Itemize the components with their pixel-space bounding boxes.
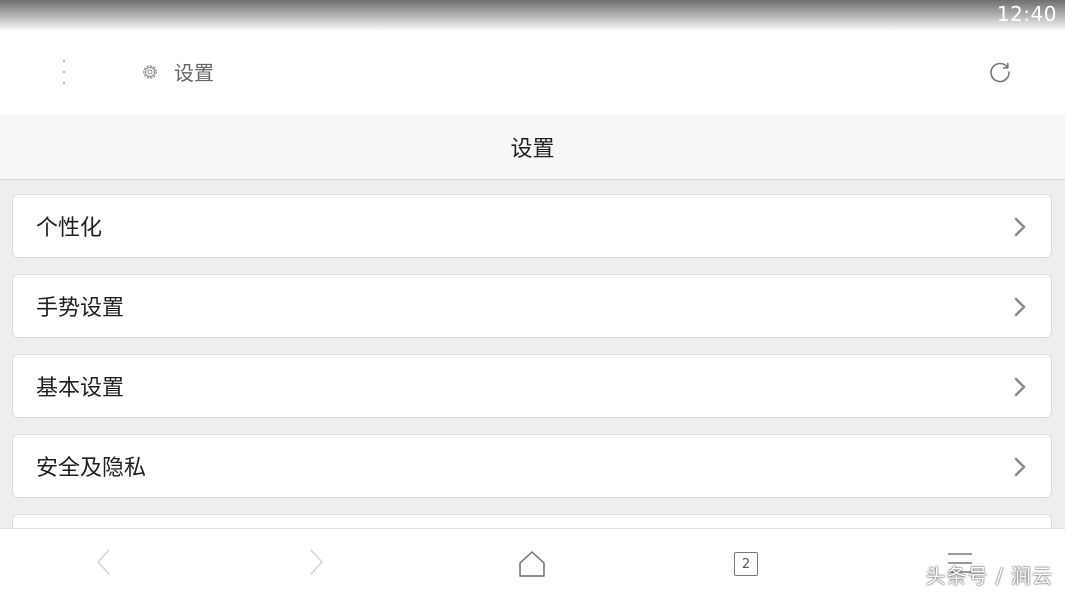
watermark: 头条号 / 涧云 xyxy=(925,564,1053,588)
back-icon[interactable] xyxy=(94,547,114,577)
chevron-right-icon xyxy=(1014,457,1026,477)
current-tab-title[interactable]: 设置 xyxy=(140,57,214,86)
top-toolbar: 设置 xyxy=(0,30,1065,114)
settings-item-security-privacy[interactable]: 安全及隐私 xyxy=(12,434,1052,498)
chevron-right-icon xyxy=(1014,377,1026,397)
page-title: 设置 xyxy=(510,136,555,162)
settings-item-basic[interactable]: 基本设置 xyxy=(12,354,1052,418)
status-bar: 12:40 xyxy=(0,0,1065,30)
tab-title-label: 设置 xyxy=(174,61,214,85)
settings-item-label: 基本设置 xyxy=(36,376,125,401)
settings-list: 个性化 手势设置 基本设置 安全及隐私 xyxy=(0,180,1065,528)
refresh-icon[interactable] xyxy=(986,58,1014,86)
settings-item-label: 个性化 xyxy=(36,216,103,241)
more-menu-icon[interactable] xyxy=(54,58,74,86)
tab-count-value: 2 xyxy=(741,556,751,572)
gear-icon xyxy=(143,64,157,79)
settings-item-personalization[interactable]: 个性化 xyxy=(12,194,1052,258)
page-title-bar: 设置 xyxy=(0,114,1065,180)
settings-item-label: 手势设置 xyxy=(36,296,125,321)
bottom-nav-bar: 2 头条号 / 涧云 xyxy=(0,528,1065,592)
chevron-right-icon xyxy=(1014,217,1026,237)
home-icon[interactable] xyxy=(517,549,547,579)
forward-icon[interactable] xyxy=(306,547,326,577)
settings-item-label: 安全及隐私 xyxy=(36,456,147,481)
settings-item-gestures[interactable]: 手势设置 xyxy=(12,274,1052,338)
settings-item-next-partial[interactable] xyxy=(12,514,1052,528)
chevron-right-icon xyxy=(1014,297,1026,317)
status-time: 12:40 xyxy=(996,2,1057,26)
tabs-button[interactable]: 2 xyxy=(734,552,758,576)
